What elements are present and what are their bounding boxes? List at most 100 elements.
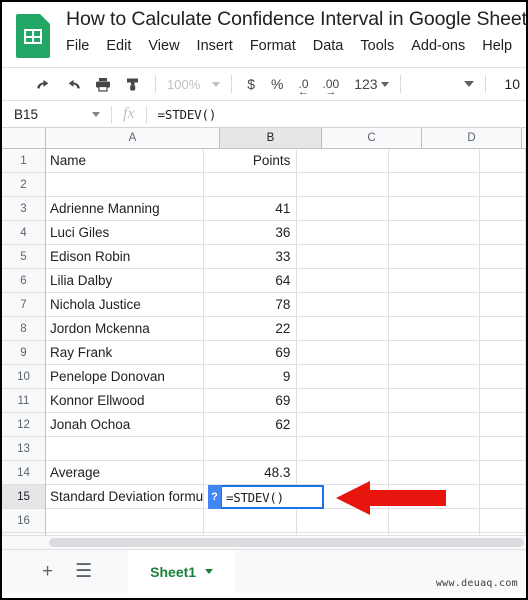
row-header-3[interactable]: 3 bbox=[2, 197, 45, 221]
cell-x15[interactable] bbox=[479, 485, 526, 509]
cell-D8[interactable] bbox=[388, 317, 480, 341]
menu-item-format[interactable]: Format bbox=[250, 38, 296, 54]
formula-help-badge[interactable]: ? bbox=[208, 485, 221, 509]
cell-C1[interactable] bbox=[297, 149, 389, 173]
paint-format-icon[interactable] bbox=[118, 71, 148, 97]
cell-x4[interactable] bbox=[479, 221, 526, 245]
row-header-7[interactable]: 7 bbox=[2, 293, 45, 317]
number-format-chevron-down-icon[interactable] bbox=[380, 81, 389, 87]
row-header-16[interactable]: 16 bbox=[2, 509, 45, 533]
cell-D6[interactable] bbox=[388, 269, 480, 293]
cell-C3[interactable] bbox=[297, 197, 389, 221]
cell-B1[interactable]: Points bbox=[204, 149, 298, 173]
cell-D12[interactable] bbox=[388, 413, 480, 437]
menu-item-file[interactable]: File bbox=[66, 38, 89, 54]
cell-A10[interactable]: Penelope Donovan bbox=[46, 365, 205, 389]
cell-x8[interactable] bbox=[479, 317, 526, 341]
row-header-9[interactable]: 9 bbox=[2, 341, 45, 365]
cell-D2[interactable] bbox=[388, 173, 480, 197]
select-all-corner[interactable] bbox=[2, 128, 46, 149]
plus-icon[interactable]: + bbox=[42, 562, 53, 581]
cell-C5[interactable] bbox=[297, 245, 389, 269]
column-header-d[interactable]: D bbox=[422, 128, 522, 148]
row-header-13[interactable]: 13 bbox=[2, 437, 45, 461]
cell-B2[interactable] bbox=[204, 173, 298, 197]
menu-item-edit[interactable]: Edit bbox=[106, 38, 131, 54]
cell-D11[interactable] bbox=[388, 389, 480, 413]
cell-A6[interactable]: Lilia Dalby bbox=[46, 269, 205, 293]
cell-D4[interactable] bbox=[388, 221, 480, 245]
cell-C10[interactable] bbox=[297, 365, 389, 389]
row-header-5[interactable]: 5 bbox=[2, 245, 45, 269]
horizontal-scrollbar-thumb[interactable] bbox=[49, 538, 524, 547]
zoom-chevron-down-icon[interactable] bbox=[212, 81, 221, 87]
cell-A16[interactable] bbox=[46, 509, 205, 533]
cell-C7[interactable] bbox=[297, 293, 389, 317]
cell-x6[interactable] bbox=[479, 269, 526, 293]
cell-C6[interactable] bbox=[297, 269, 389, 293]
cell-A3[interactable]: Adrienne Manning bbox=[46, 197, 205, 221]
cell-x3[interactable] bbox=[479, 197, 526, 221]
sheet-tab-chevron-down-icon[interactable] bbox=[205, 569, 214, 574]
cell-D7[interactable] bbox=[388, 293, 480, 317]
cell-A15[interactable]: Standard Deviation formula bbox=[46, 485, 205, 509]
cell-x7[interactable] bbox=[479, 293, 526, 317]
cell-x11[interactable] bbox=[479, 389, 526, 413]
cell-x5[interactable] bbox=[479, 245, 526, 269]
menu-item-help[interactable]: Help bbox=[482, 38, 512, 54]
cell-C4[interactable] bbox=[297, 221, 389, 245]
google-sheets-logo-icon[interactable] bbox=[16, 14, 50, 58]
font-size-value[interactable]: 10 bbox=[504, 76, 520, 92]
cell-C8[interactable] bbox=[297, 317, 389, 341]
decrease-decimal-button[interactable]: .0 ← bbox=[292, 77, 316, 98]
cell-D13[interactable] bbox=[388, 437, 480, 461]
menu-item-addons[interactable]: Add-ons bbox=[411, 38, 465, 54]
cell-x1[interactable] bbox=[479, 149, 526, 173]
horizontal-scrollbar-track[interactable] bbox=[2, 535, 526, 549]
print-icon[interactable] bbox=[88, 71, 118, 97]
cell-B3[interactable]: 41 bbox=[204, 197, 298, 221]
row-header-2[interactable]: 2 bbox=[2, 173, 45, 197]
cell-A8[interactable]: Jordon Mckenna bbox=[46, 317, 205, 341]
menu-item-tools[interactable]: Tools bbox=[360, 38, 394, 54]
row-header-12[interactable]: 12 bbox=[2, 413, 45, 437]
column-header-empty[interactable] bbox=[522, 128, 526, 148]
cell-A14[interactable]: Average bbox=[46, 461, 205, 485]
cell-x9[interactable] bbox=[479, 341, 526, 365]
cell-B12[interactable]: 62 bbox=[204, 413, 298, 437]
row-header-15[interactable]: 15 bbox=[2, 485, 45, 509]
row-header-14[interactable]: 14 bbox=[2, 461, 45, 485]
name-box[interactable]: B15 bbox=[2, 107, 90, 122]
cell-A4[interactable]: Luci Giles bbox=[46, 221, 205, 245]
document-title[interactable]: How to Calculate Confidence Interval in … bbox=[66, 8, 526, 31]
row-header-6[interactable]: 6 bbox=[2, 269, 45, 293]
increase-decimal-button[interactable]: .00 → bbox=[316, 77, 347, 98]
cell-D3[interactable] bbox=[388, 197, 480, 221]
cell-A2[interactable] bbox=[46, 173, 205, 197]
active-cell-editor[interactable]: =STDEV() bbox=[220, 485, 324, 509]
menu-item-view[interactable]: View bbox=[148, 38, 179, 54]
cell-A1[interactable]: Name bbox=[46, 149, 205, 173]
cell-x12[interactable] bbox=[479, 413, 526, 437]
zoom-level[interactable]: 100% bbox=[163, 77, 204, 92]
redo-icon[interactable] bbox=[58, 71, 88, 97]
cell-x2[interactable] bbox=[479, 173, 526, 197]
row-header-11[interactable]: 11 bbox=[2, 389, 45, 413]
toolbar-overflow-chevron-down-icon[interactable] bbox=[464, 81, 474, 87]
column-header-a[interactable]: A bbox=[46, 128, 220, 148]
column-header-b[interactable]: B bbox=[220, 128, 322, 148]
cell-D9[interactable] bbox=[388, 341, 480, 365]
hamburger-list-icon[interactable]: ☰ bbox=[75, 562, 92, 581]
cell-x14[interactable] bbox=[479, 461, 526, 485]
cell-A9[interactable]: Ray Frank bbox=[46, 341, 205, 365]
cell-x16[interactable] bbox=[479, 509, 526, 533]
menu-item-insert[interactable]: Insert bbox=[197, 38, 233, 54]
cell-C11[interactable] bbox=[297, 389, 389, 413]
cell-B9[interactable]: 69 bbox=[204, 341, 298, 365]
cell-B4[interactable]: 36 bbox=[204, 221, 298, 245]
cell-A11[interactable]: Konnor Ellwood bbox=[46, 389, 205, 413]
sheet-tab-sheet1[interactable]: Sheet1 bbox=[128, 549, 236, 594]
cell-C13[interactable] bbox=[297, 437, 389, 461]
cell-B6[interactable]: 64 bbox=[204, 269, 298, 293]
menu-item-data[interactable]: Data bbox=[313, 38, 344, 54]
